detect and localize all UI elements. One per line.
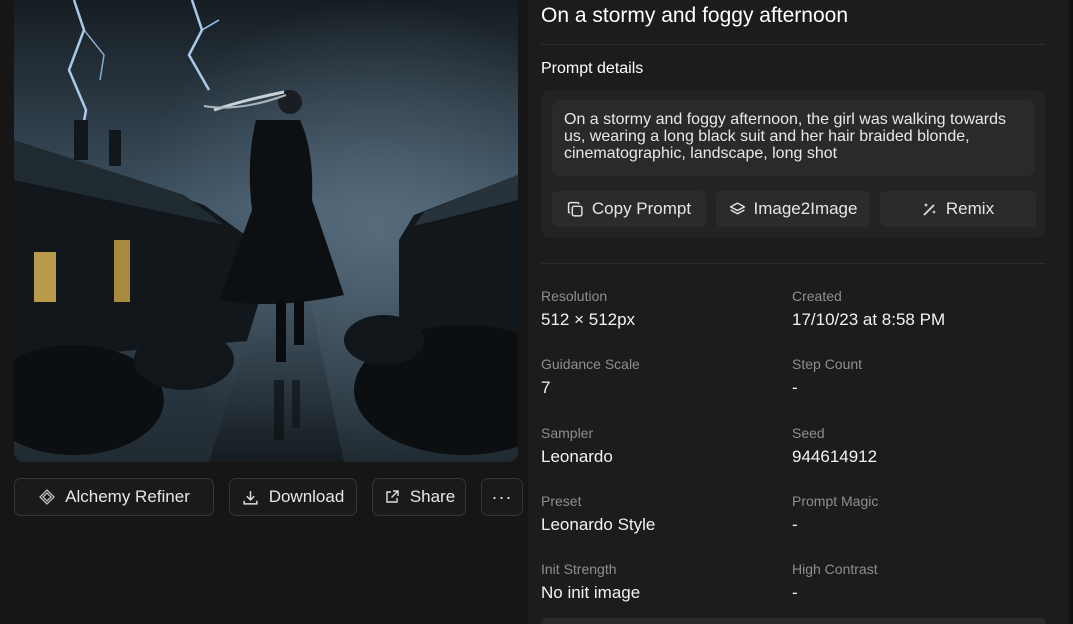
generated-image[interactable] [14, 0, 518, 462]
image2image-button[interactable]: Image2Image [716, 191, 870, 227]
meta-row: Resolution 512 × 512px Created 17/10/23 … [541, 288, 1045, 338]
panel-edge [1069, 0, 1073, 624]
remix-label: Remix [945, 199, 995, 218]
meta-value: 17/10/23 at 8:58 PM [792, 310, 946, 329]
divider [541, 44, 1045, 45]
download-icon [242, 488, 260, 506]
meta-label: Resolution [541, 288, 608, 304]
meta-value: 512 × 512px [541, 310, 636, 329]
download-label: Download [268, 487, 345, 506]
generated-image-art [14, 0, 518, 462]
meta-value[interactable]: 944614912 [792, 447, 1042, 467]
meta-label: Seed [792, 425, 825, 441]
meta-prompt-magic: Prompt Magic - [792, 493, 1042, 535]
meta-row: Sampler Leonardo Seed 944614912 [541, 425, 1045, 475]
share-button[interactable]: Share [372, 478, 466, 516]
image2image-label: Image2Image [753, 199, 858, 218]
next-section-edge [541, 618, 1045, 624]
meta-value: Leonardo Style [541, 515, 656, 534]
meta-row: Preset Leonardo Style Prompt Magic - [541, 493, 1045, 543]
alchemy-refiner-button[interactable]: Alchemy Refiner [14, 478, 214, 516]
meta-label: Prompt Magic [792, 493, 879, 509]
meta-row: Init Strength No init image High Contras… [541, 561, 1045, 611]
meta-preset: Preset Leonardo Style [541, 493, 791, 535]
details-panel: On a stormy and foggy afternoon Prompt d… [528, 0, 1073, 624]
alchemy-refiner-label: Alchemy Refiner [65, 487, 190, 506]
meta-step-count: Step Count - [792, 356, 1042, 398]
meta-label: Init Strength [541, 561, 617, 577]
image-panel: Alchemy Refiner Download Share ··· [0, 0, 528, 624]
meta-created: Created 17/10/23 at 8:58 PM [792, 288, 1042, 330]
meta-label: Guidance Scale [541, 356, 640, 372]
meta-value: - [792, 583, 798, 602]
meta-high-contrast: High Contrast - [792, 561, 1042, 603]
share-label: Share [409, 487, 456, 506]
remix-button[interactable]: Remix [880, 191, 1036, 227]
prompt-details-heading: Prompt details [541, 60, 644, 77]
meta-resolution: Resolution 512 × 512px [541, 288, 791, 330]
meta-label: Preset [541, 493, 582, 509]
prompt-text[interactable]: On a stormy and foggy afternoon, the gir… [552, 100, 1035, 176]
meta-guidance-scale: Guidance Scale 7 [541, 356, 791, 398]
meta-value: 7 [541, 378, 551, 397]
copy-prompt-button[interactable]: Copy Prompt [552, 191, 706, 227]
image-title: On a stormy and foggy afternoon [541, 4, 849, 27]
more-icon: ··· [491, 486, 513, 507]
meta-value: No init image [541, 583, 641, 602]
divider [541, 263, 1045, 264]
copy-prompt-label: Copy Prompt [591, 199, 692, 218]
meta-init-strength: Init Strength No init image [541, 561, 791, 603]
image-actions: Alchemy Refiner Download Share ··· [14, 478, 523, 516]
meta-label: Sampler [541, 425, 594, 441]
meta-row: Guidance Scale 7 Step Count - [541, 356, 1045, 406]
meta-value: Leonardo [541, 447, 613, 466]
meta-label: High Contrast [792, 561, 878, 577]
more-options-button[interactable]: ··· [481, 478, 523, 516]
meta-sampler: Sampler Leonardo [541, 425, 791, 467]
meta-label: Step Count [792, 356, 863, 372]
meta-label: Created [792, 288, 842, 304]
meta-seed: Seed 944614912 [792, 425, 1042, 467]
copy-icon [567, 201, 584, 218]
download-button[interactable]: Download [229, 478, 357, 516]
meta-value: - [792, 515, 798, 534]
magic-wand-icon [922, 201, 938, 217]
share-icon [383, 488, 401, 506]
prompt-card: On a stormy and foggy afternoon, the gir… [541, 90, 1045, 238]
layers-icon [729, 201, 746, 218]
alchemy-icon [38, 488, 56, 506]
prompt-actions: Copy Prompt Image2Image Remix [552, 191, 1036, 227]
meta-value: - [792, 378, 798, 397]
